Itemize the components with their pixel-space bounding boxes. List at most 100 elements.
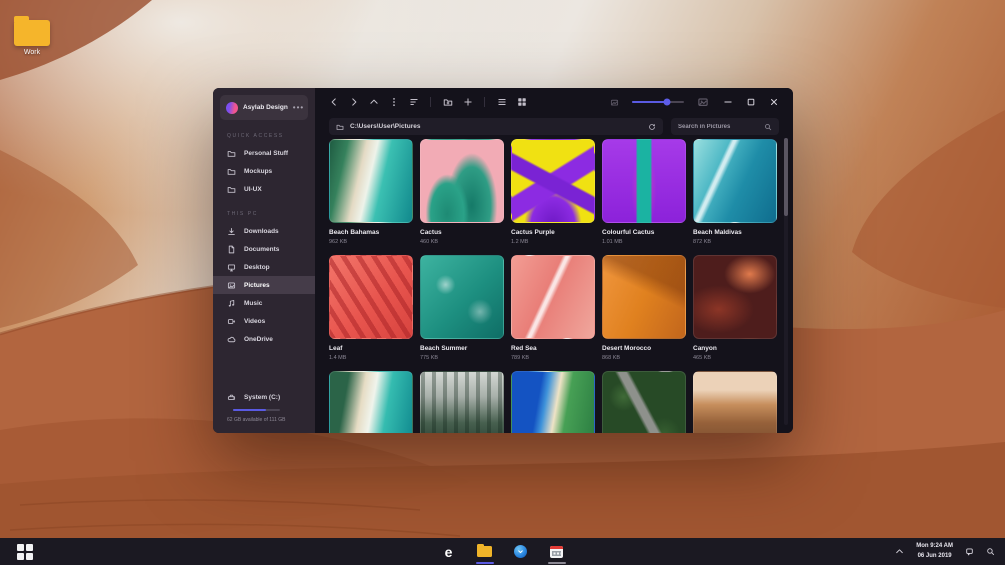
more-horizontal-icon[interactable]: ••• [293, 103, 304, 111]
drive-icon [227, 393, 236, 402]
sidebar-item-mockups[interactable]: Mockups [213, 162, 315, 180]
sidebar-item-label: Downloads [244, 227, 279, 235]
file-thumbnail[interactable] [420, 139, 504, 223]
file-thumbnail[interactable] [693, 255, 777, 339]
chevron-up-icon[interactable] [895, 547, 904, 556]
sidebar-item-music[interactable]: Music [213, 294, 315, 312]
sidebar-item-downloads[interactable]: Downloads [213, 222, 315, 240]
file-tile-canyon[interactable]: Canyon 465 KB [693, 255, 777, 361]
file-tile-beach-bahamas[interactable]: Beach Bahamas 962 KB [329, 139, 413, 245]
search-input[interactable] [678, 123, 759, 130]
taskbar-app-calendar[interactable] [547, 538, 566, 565]
file-tile-red-sea[interactable]: Red Sea 789 KB [511, 255, 595, 361]
new-folder-button[interactable] [441, 96, 454, 109]
file-size: 775 KB [420, 355, 439, 361]
file-tile-cactus[interactable]: Cactus 460 KB [420, 139, 504, 245]
file-tile[interactable] [420, 371, 504, 433]
desktop-folder-work[interactable]: Work [10, 14, 54, 56]
minimize-button[interactable] [723, 97, 733, 107]
file-thumbnail[interactable] [329, 371, 413, 433]
sidebar-item-personal-stuff[interactable]: Personal Stuff [213, 144, 315, 162]
sidebar-item-videos[interactable]: Videos [213, 312, 315, 330]
file-thumbnail[interactable] [420, 255, 504, 339]
window-controls [723, 97, 779, 107]
sidebar-item-label: Personal Stuff [244, 149, 289, 157]
file-tile-desert-morocco[interactable]: Desert Morocco 868 KB [602, 255, 686, 361]
scrollbar[interactable] [784, 138, 788, 425]
content-pane: C:\Users\User\Pictures Beach Bahamas 962 … [315, 88, 793, 433]
picture-icon [227, 281, 236, 290]
file-thumbnail[interactable] [329, 255, 413, 339]
video-icon [227, 317, 236, 326]
file-tile-cactus-purple[interactable]: Cactus Purple 1.2 MB [511, 139, 595, 245]
file-tile-colourful-cactus[interactable]: Colourful Cactus 1.01 MB [602, 139, 686, 245]
taskbar-app-explorer-folder[interactable] [475, 538, 494, 565]
file-thumbnail[interactable] [511, 139, 595, 223]
quick-access-list: Personal Stuff Mockups UI-UX [213, 144, 315, 198]
back-button[interactable] [327, 96, 340, 109]
maximize-button[interactable] [746, 97, 756, 107]
file-tile[interactable] [693, 371, 777, 433]
file-tile[interactable] [511, 371, 595, 433]
file-tile[interactable] [602, 371, 686, 433]
profile-name: Asylab Design [243, 104, 288, 111]
taskbar-app-defender[interactable] [512, 538, 530, 565]
file-thumbnail[interactable] [329, 139, 413, 223]
section-quick-access: QUICK ACCESS [227, 133, 284, 139]
more-vertical-button[interactable] [387, 96, 400, 109]
sidebar-item-pictures[interactable]: Pictures [213, 276, 315, 294]
scrollbar-thumb[interactable] [784, 138, 788, 216]
sidebar-item-onedrive[interactable]: OneDrive [213, 330, 315, 348]
thumbnail-size-slider[interactable] [632, 98, 684, 106]
notification-icon[interactable] [965, 547, 974, 556]
sort-button[interactable] [407, 96, 420, 109]
address-bar[interactable]: C:\Users\User\Pictures [329, 118, 663, 135]
file-name: Canyon [693, 345, 717, 352]
file-thumbnail[interactable] [511, 255, 595, 339]
slider-knob[interactable] [663, 98, 671, 106]
image-large-icon [697, 96, 709, 108]
file-tile-beach-maldivas[interactable]: Beach Maldivas 872 KB [693, 139, 777, 245]
start-button[interactable] [17, 543, 33, 560]
file-tile-leaf[interactable]: Leaf 1.4 MB [329, 255, 413, 361]
this-pc-list: Downloads Documents Desktop Pictures Music Vi… [213, 222, 315, 348]
file-thumbnail[interactable] [602, 255, 686, 339]
file-tile[interactable] [329, 371, 413, 433]
sidebar-item-desktop[interactable]: Desktop [213, 258, 315, 276]
up-icon [369, 97, 379, 107]
back-icon [329, 97, 339, 107]
grid-view-button[interactable] [515, 96, 528, 109]
file-name: Beach Bahamas [329, 229, 380, 236]
search-icon[interactable] [986, 547, 995, 556]
sidebar-item-documents[interactable]: Documents [213, 240, 315, 258]
up-button[interactable] [367, 96, 380, 109]
file-thumbnail[interactable] [693, 139, 777, 223]
forward-icon [349, 97, 359, 107]
file-thumbnail[interactable] [511, 371, 595, 433]
document-icon [227, 245, 236, 254]
file-thumbnail[interactable] [693, 371, 777, 433]
explorer-folder-icon [477, 543, 492, 557]
profile-card[interactable]: Asylab Design ••• [220, 95, 308, 120]
file-size: 962 KB [329, 239, 348, 245]
file-thumbnail[interactable] [420, 371, 504, 433]
list-view-button[interactable] [495, 96, 508, 109]
system-drive[interactable]: System (C:) 62 GB available of 111 GB [213, 390, 307, 424]
image-small-icon [610, 98, 619, 107]
sidebar-item-label: OneDrive [244, 335, 273, 343]
taskbar-clock[interactable]: Mon 9:24 AM 06 Jun 2019 [916, 542, 953, 561]
forward-button[interactable] [347, 96, 360, 109]
file-thumbnail[interactable] [602, 371, 686, 433]
taskbar-app-edge[interactable]: e [440, 538, 458, 565]
file-thumbnail[interactable] [602, 139, 686, 223]
file-size: 460 KB [420, 239, 439, 245]
refresh-icon[interactable] [648, 123, 656, 131]
file-name: Leaf [329, 345, 343, 352]
file-tile-beach-summer[interactable]: Beach Summer 775 KB [420, 255, 504, 361]
add-button[interactable] [461, 96, 474, 109]
folder-icon [336, 123, 344, 131]
sidebar-item-ui-ux[interactable]: UI-UX [213, 180, 315, 198]
active-app-indicator [547, 562, 566, 564]
close-button[interactable] [769, 97, 779, 107]
file-explorer-window: Asylab Design ••• QUICK ACCESS Personal … [213, 88, 793, 433]
